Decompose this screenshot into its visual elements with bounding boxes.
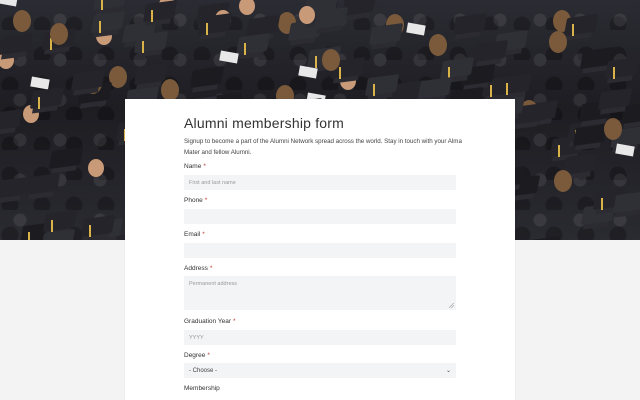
form-description: Signup to become a part of the Alumni Ne… bbox=[184, 138, 462, 156]
phone-label: Phone * bbox=[184, 197, 208, 204]
chevron-down-icon: ⌄ bbox=[445, 368, 451, 374]
hero-decoration bbox=[219, 50, 239, 64]
hero-decoration bbox=[473, 39, 509, 63]
hero-decoration bbox=[298, 65, 318, 79]
graduation-year-input[interactable] bbox=[184, 330, 456, 345]
hero-decoration bbox=[506, 83, 508, 95]
degree-select[interactable]: - Choose - ⌄ bbox=[184, 363, 456, 378]
hero-decoration bbox=[604, 56, 640, 80]
email-input[interactable] bbox=[184, 243, 456, 258]
hero-decoration bbox=[48, 146, 84, 170]
hero-decoration bbox=[142, 0, 178, 23]
hero-decoration bbox=[30, 76, 50, 90]
hero-decoration bbox=[315, 56, 317, 68]
required-mark: * bbox=[232, 318, 236, 325]
hero-decoration bbox=[525, 235, 561, 240]
form-card: Alumni membership form Signup to become … bbox=[125, 99, 515, 400]
hero-decoration bbox=[417, 76, 453, 100]
required-mark: * bbox=[204, 197, 208, 204]
required-mark: * bbox=[209, 265, 213, 272]
hero-decoration bbox=[235, 32, 271, 56]
hero-decoration bbox=[244, 43, 246, 55]
phone-input[interactable] bbox=[184, 209, 456, 224]
hero-decoration bbox=[28, 232, 30, 240]
hero-decoration bbox=[13, 10, 31, 32]
hero-decoration bbox=[563, 13, 599, 37]
degree-selected-value: - Choose - bbox=[189, 367, 218, 374]
hero-decoration bbox=[161, 79, 179, 101]
hero-decoration bbox=[25, 172, 61, 196]
hero-decoration bbox=[406, 22, 426, 36]
hero-decoration bbox=[322, 49, 340, 71]
hero-decoration bbox=[429, 34, 447, 56]
hero-decoration bbox=[0, 32, 34, 56]
hero-decoration bbox=[613, 67, 615, 79]
hero-decoration bbox=[197, 12, 233, 36]
hero-decoration bbox=[29, 86, 65, 110]
hero-decoration bbox=[452, 12, 488, 36]
hero-decoration bbox=[38, 97, 40, 109]
hero-decoration bbox=[92, 0, 128, 11]
required-mark: * bbox=[202, 231, 205, 238]
hero-decoration bbox=[142, 41, 144, 53]
hero-decoration bbox=[189, 65, 225, 89]
hero-decoration bbox=[133, 30, 169, 54]
required-mark: * bbox=[207, 352, 210, 359]
hero-decoration bbox=[151, 10, 153, 22]
hero-decoration bbox=[572, 123, 608, 147]
resize-handle[interactable] bbox=[449, 303, 454, 308]
hero-decoration bbox=[90, 10, 126, 34]
hero-decoration bbox=[612, 190, 640, 214]
graduation-year-label: Graduation Year * bbox=[184, 318, 236, 325]
hero-decoration bbox=[497, 72, 533, 96]
hero-decoration bbox=[313, 6, 349, 30]
hero-decoration bbox=[601, 198, 603, 210]
hero-decoration bbox=[99, 21, 101, 33]
hero-decoration bbox=[604, 118, 622, 140]
hero-decoration bbox=[572, 24, 574, 36]
degree-label: Degree * bbox=[184, 352, 210, 359]
hero-decoration bbox=[50, 23, 68, 45]
name-input[interactable] bbox=[184, 175, 456, 190]
hero-decoration bbox=[615, 143, 635, 157]
email-label: Email * bbox=[184, 231, 205, 238]
hero-decoration bbox=[368, 22, 404, 46]
address-field-wrap bbox=[184, 276, 456, 310]
hero-decoration bbox=[339, 67, 341, 79]
hero-decoration bbox=[206, 23, 208, 35]
hero-decoration bbox=[88, 159, 104, 177]
address-input[interactable] bbox=[184, 276, 456, 310]
hero-decoration bbox=[299, 6, 315, 24]
hero-decoration bbox=[51, 220, 53, 232]
address-label: Address * bbox=[184, 265, 213, 272]
form-title: Alumni membership form bbox=[184, 115, 344, 131]
name-label: Name * bbox=[184, 163, 206, 170]
hero-decoration bbox=[554, 170, 572, 192]
hero-decoration bbox=[89, 225, 91, 237]
hero-decoration bbox=[0, 108, 23, 132]
hero-decoration bbox=[558, 145, 560, 157]
required-mark: * bbox=[203, 163, 206, 170]
hero-decoration bbox=[239, 0, 255, 15]
hero-decoration bbox=[109, 66, 127, 88]
hero-decoration bbox=[373, 84, 375, 96]
membership-label: Membership bbox=[184, 385, 220, 392]
hero-decoration bbox=[490, 85, 492, 97]
hero-decoration bbox=[549, 31, 567, 53]
hero-decoration bbox=[0, 0, 18, 7]
hero-decoration bbox=[0, 176, 28, 200]
hero-decoration bbox=[101, 0, 103, 10]
